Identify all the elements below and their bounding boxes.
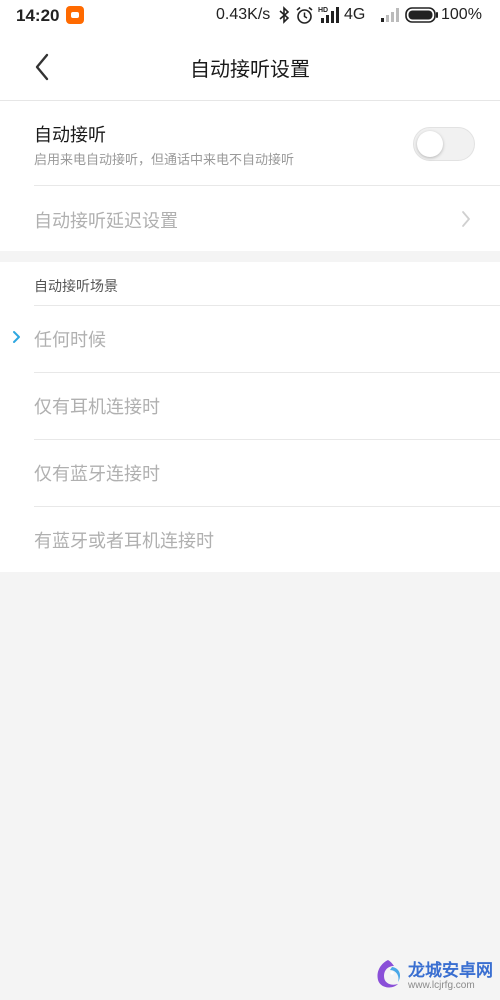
dragon-logo-icon [377,960,400,988]
app-notification-icon [66,6,84,24]
status-time: 14:20 [16,6,60,25]
scene-option-anytime[interactable]: 任何时候 [13,305,500,372]
page-title: 自动接听设置 [190,57,310,81]
scene-option-bluetooth-only[interactable]: 仅有蓝牙连接时 [34,439,500,506]
scene-list: 任何时候 仅有耳机连接时 仅有蓝牙连接时 有蓝牙或者耳机连接时 [0,305,500,573]
scene-option-headset-only[interactable]: 仅有耳机连接时 [34,372,500,439]
hd-signal-icon: HD [318,7,339,23]
scene-option-label: 仅有蓝牙连接时 [34,464,160,485]
watermark-url: www.lcjrfg.com [408,980,475,991]
selected-chevron-icon [13,331,20,343]
bluetooth-icon [279,6,290,24]
scene-option-label: 任何时候 [34,330,106,351]
scene-section: 自动接听场景 任何时候 仅有耳机连接时 仅有蓝牙连接时 有蓝牙或者耳机连接时 [0,262,500,572]
auto-answer-toggle[interactable] [413,127,475,161]
scene-option-label: 有蓝牙或者耳机连接时 [34,531,214,552]
auto-answer-title: 自动接听 [34,125,106,146]
battery-icon [405,7,438,23]
auto-answer-subtitle: 启用来电自动接听，但通话中来电不自动接听 [34,153,295,168]
battery-percent: 100% [441,6,482,23]
toggle-knob [417,131,443,157]
delay-setting-label: 自动接听延迟设置 [34,211,178,232]
scene-option-bluetooth-or-headset[interactable]: 有蓝牙或者耳机连接时 [34,506,500,573]
status-bar: 14:20 0.43K/s HD 4G 100% [0,0,500,33]
signal-icon [381,8,399,22]
watermark: 龙城安卓网 www.lcjrfg.com [364,952,500,1000]
auto-answer-row[interactable]: 自动接听 启用来电自动接听，但通话中来电不自动接听 [0,101,500,185]
watermark-name: 龙城安卓网 [408,961,493,981]
alarm-icon [296,6,313,24]
auto-answer-section: 自动接听 启用来电自动接听，但通话中来电不自动接听 自动接听延迟设置 [0,101,500,251]
chevron-right-icon [462,211,470,227]
scene-section-header: 自动接听场景 [34,279,118,295]
delay-setting-row[interactable]: 自动接听延迟设置 [0,186,500,251]
network-type: 4G [344,6,366,23]
title-bar: 自动接听设置 [0,33,500,101]
scene-option-label: 仅有耳机连接时 [34,397,160,418]
svg-text:HD: HD [318,7,328,14]
network-speed: 0.43K/s [216,6,271,23]
